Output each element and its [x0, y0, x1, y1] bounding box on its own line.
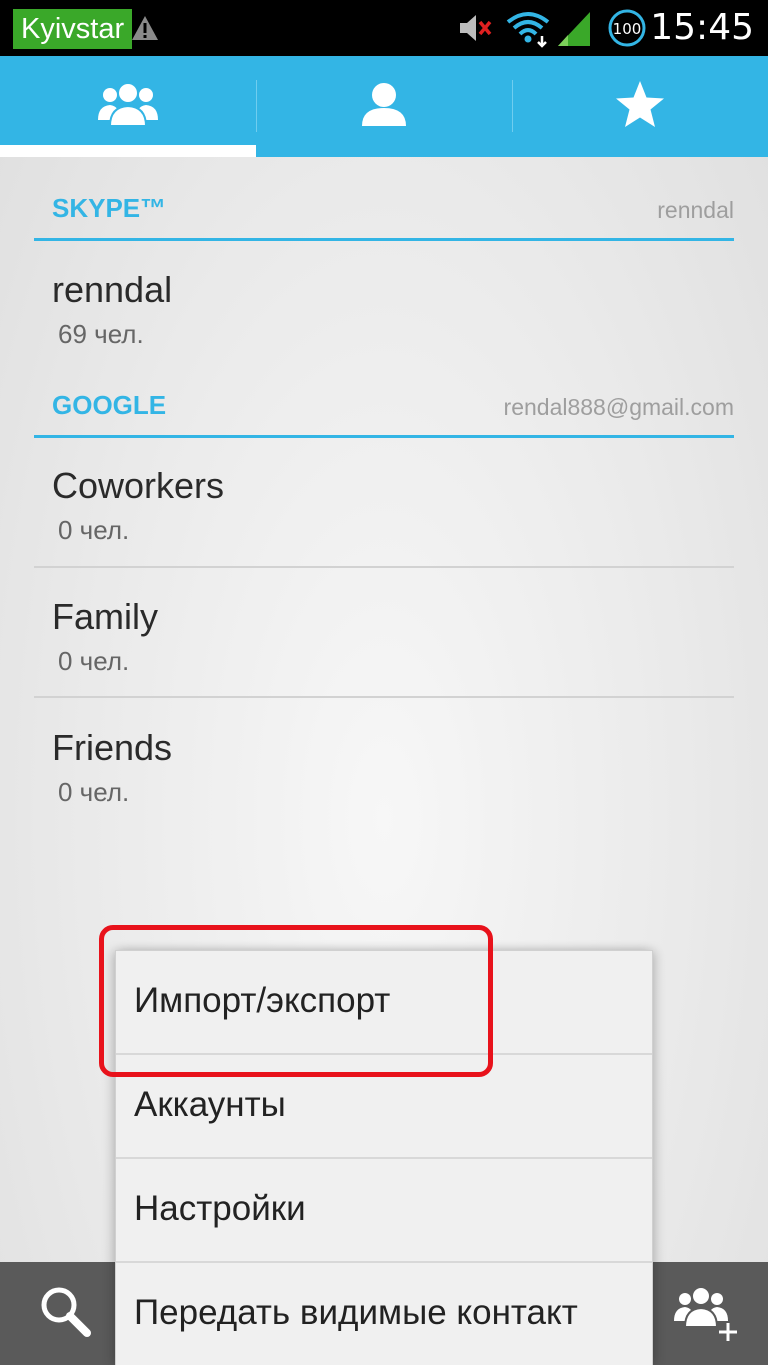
group-count: 0 чел.: [58, 777, 130, 807]
menu-item-share-visible-contacts[interactable]: Передать видимые контакт: [116, 1263, 652, 1365]
warning-icon: [130, 14, 160, 42]
status-bar: Kyivstar 100 15:45: [0, 0, 768, 56]
selected-tab-indicator: [0, 145, 256, 157]
menu-item-import-export[interactable]: Импорт/экспорт: [116, 951, 652, 1055]
menu-item-label: Передать видимые контакт: [134, 1293, 578, 1332]
account-user: renndal: [657, 197, 734, 223]
person-icon: [360, 80, 408, 133]
list-divider: [34, 566, 734, 568]
add-group-icon: [672, 1283, 740, 1348]
account-user: rendal888@gmail.com: [503, 394, 734, 420]
menu-item-label: Настройки: [134, 1189, 306, 1228]
text-fade: [624, 1263, 652, 1365]
clock: 15:45: [650, 7, 754, 48]
menu-item-label: Импорт/экспорт: [134, 981, 391, 1020]
search-button[interactable]: [20, 1278, 110, 1348]
group-item[interactable]: Coworkers 0 чел.: [34, 465, 734, 565]
account-header-skype: SKYPE™ renndal: [34, 193, 734, 241]
group-count: 69 чел.: [58, 319, 144, 349]
group-name: Friends: [52, 727, 173, 768]
wifi-icon: [504, 8, 552, 48]
group-count: 0 чел.: [58, 515, 130, 545]
carrier-label: Kyivstar: [13, 9, 133, 49]
tab-groups[interactable]: [0, 56, 256, 157]
mute-icon: [456, 8, 496, 48]
groups-icon: [94, 80, 162, 133]
signal-icon: [556, 8, 592, 48]
list-divider: [34, 696, 734, 698]
group-item[interactable]: renndal 69 чел.: [34, 269, 734, 359]
group-item[interactable]: Friends 0 чел.: [34, 727, 734, 827]
tab-favorites[interactable]: [512, 56, 768, 157]
tab-bar: [0, 56, 768, 157]
star-icon: [614, 79, 666, 134]
group-count: 0 чел.: [58, 646, 130, 676]
account-header-google: GOOGLE rendal888@gmail.com: [34, 390, 734, 438]
group-name: renndal: [52, 269, 173, 310]
add-group-button[interactable]: [666, 1280, 746, 1350]
group-item[interactable]: Family 0 чел.: [34, 596, 734, 696]
group-name: Coworkers: [52, 465, 225, 506]
search-icon: [38, 1284, 92, 1343]
battery-level: 100: [613, 20, 642, 38]
account-name: SKYPE™: [52, 193, 167, 223]
group-name: Family: [52, 596, 158, 637]
menu-item-settings[interactable]: Настройки: [116, 1159, 652, 1263]
menu-item-accounts[interactable]: Аккаунты: [116, 1055, 652, 1159]
battery-icon: 100: [606, 8, 648, 48]
menu-item-label: Аккаунты: [134, 1085, 286, 1124]
account-name: GOOGLE: [52, 390, 167, 420]
overflow-menu: Импорт/экспорт Аккаунты Настройки Переда…: [116, 951, 652, 1365]
tab-contacts[interactable]: [256, 56, 512, 157]
